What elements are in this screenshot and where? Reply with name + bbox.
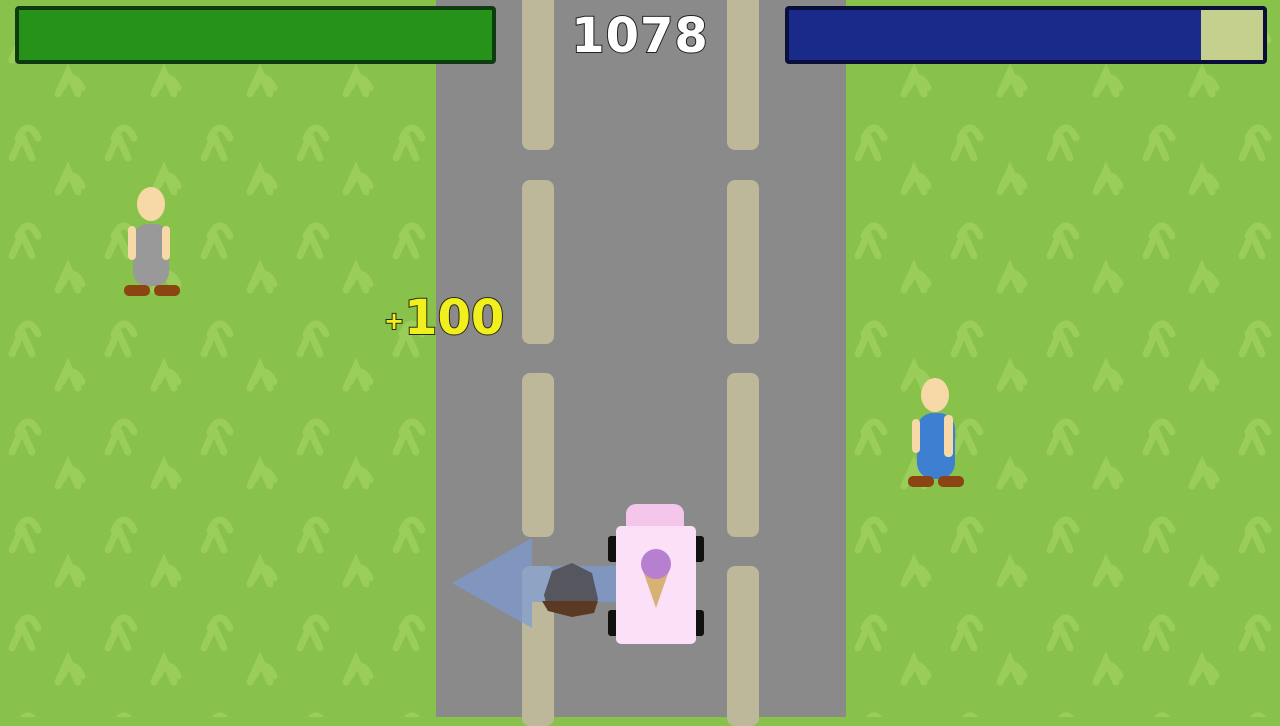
grass-left (0, 0, 436, 717)
fuel-bar (785, 6, 1267, 64)
fuel-bar-fill (789, 10, 1202, 60)
ice-cream-truck[interactable] (608, 502, 704, 646)
score-counter: 1078 (570, 7, 709, 65)
bonus-popup: +100 (383, 289, 505, 347)
lane-line (727, 566, 759, 726)
lane-line (727, 180, 759, 344)
bonus-value: 100 (403, 289, 505, 347)
rock-obstacle (542, 563, 598, 617)
pedestrian-blue (908, 378, 964, 487)
game-scene: 1078 +100 (0, 0, 1280, 726)
pedestrian-grey (124, 187, 180, 296)
lane-line (522, 180, 554, 344)
health-bar (15, 6, 496, 64)
lane-line (522, 373, 554, 537)
lane-line (522, 0, 554, 150)
health-bar-fill (19, 10, 492, 60)
lane-line (727, 0, 759, 150)
plus-sign: + (383, 306, 405, 336)
grass-right (846, 0, 1280, 717)
grass-pattern-right (846, 0, 1280, 717)
grass-pattern-left (0, 0, 436, 717)
lane-line (727, 373, 759, 537)
